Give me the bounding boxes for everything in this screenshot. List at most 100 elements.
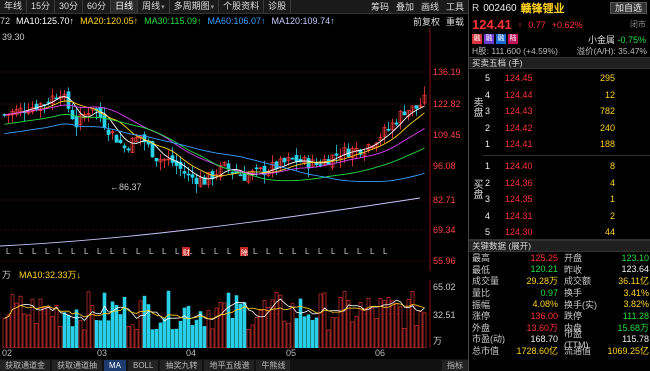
- ah-premium: 溢价(A/H): 35.47%: [576, 46, 647, 56]
- dividend-marker: L: [6, 247, 11, 256]
- volume-bar: [154, 328, 159, 348]
- volume-bar: [194, 319, 199, 348]
- bid-level: 3: [485, 194, 491, 204]
- period-30min[interactable]: 30分: [55, 0, 84, 13]
- ask-row[interactable]: 4 124.44 12: [485, 88, 645, 102]
- bid-row[interactable]: 5 124.30 44: [485, 225, 645, 239]
- tab-nine-turn[interactable]: 抽奖九转: [160, 359, 203, 371]
- candle-body: [122, 145, 127, 149]
- volume-bar: [334, 317, 339, 348]
- kline-chart[interactable]: LLLLLLLLLLLLLLLLLLLLLLLLLLLLLL财除 39.30 ←…: [0, 28, 468, 271]
- multi-period-button[interactable]: 多周期图: [170, 0, 220, 13]
- add-watchlist-button[interactable]: 加自选: [609, 2, 647, 14]
- ma60-label: MA60:106.07↑: [207, 16, 266, 26]
- market-status: 闭市: [630, 20, 646, 29]
- bid-row[interactable]: 3 124.35 1: [485, 192, 645, 206]
- tab-channel-draw[interactable]: 获取通道抽: [52, 359, 102, 371]
- key-data-title[interactable]: 关键数据 (展开): [469, 240, 650, 252]
- dividend-marker: L: [292, 247, 297, 256]
- volume-bar: [418, 311, 423, 348]
- volume-bar: [398, 306, 403, 348]
- tab-bull-bear[interactable]: 牛熊线: [256, 359, 291, 371]
- bid-qty: 8: [609, 161, 615, 171]
- orderbook: 卖盘 买盘 5 124.45 295 4 124.44 12 3 124.43 782 2 124.…: [469, 69, 650, 240]
- ask-level: 4: [485, 89, 491, 100]
- ask-row[interactable]: 1 124.41 188: [485, 137, 645, 151]
- period-toolbar: 年线 15分 30分 60分 日线 周线 多周期图 个股资料 诊股 筹码 叠加 …: [0, 0, 468, 14]
- draw-button[interactable]: 画线: [421, 0, 439, 13]
- volume-bar: [82, 329, 87, 348]
- volume-bar: [322, 292, 327, 348]
- volume-bar: [174, 328, 179, 348]
- volume-bar: [394, 302, 399, 348]
- candle-body: [290, 157, 295, 160]
- margin-tag-icon: 融: [472, 34, 482, 44]
- bid-row[interactable]: 2 124.36 4: [485, 176, 645, 190]
- volume-bar: [350, 321, 355, 348]
- volume-bar: [138, 300, 143, 348]
- ask-row[interactable]: 2 124.42 240: [485, 121, 645, 135]
- bid-row[interactable]: 4 124.31 2: [485, 209, 645, 223]
- candle-body: [102, 115, 107, 128]
- restore-rights-button[interactable]: 前复权: [413, 15, 440, 28]
- bid-level: 1: [485, 161, 491, 171]
- dividend-marker: L: [214, 247, 219, 256]
- period-60min[interactable]: 60分: [83, 0, 112, 13]
- ma-legend: 72 MA10:125.70↑ MA20:120.05↑ MA30:115.09…: [0, 14, 468, 28]
- dividend-marker: L: [162, 247, 167, 256]
- candle-body: [242, 173, 247, 181]
- tab-ma[interactable]: MA: [104, 359, 126, 371]
- diagnose-button[interactable]: 诊股: [264, 0, 292, 13]
- volume-bar: [46, 306, 51, 348]
- volume-bar: [18, 295, 23, 348]
- tab-channel-gold[interactable]: 获取通道金: [0, 359, 50, 371]
- sector-label[interactable]: 小金属 -0.75%: [588, 33, 646, 46]
- tools-button[interactable]: 工具: [446, 0, 464, 13]
- tab-horizon[interactable]: 地平五线谱: [204, 359, 255, 371]
- dividend-marker: L: [279, 247, 284, 256]
- candle-body: [238, 174, 243, 177]
- ask-row[interactable]: 3 124.43 782: [485, 104, 645, 118]
- candle-body: [386, 128, 391, 131]
- candle-body: [118, 139, 123, 144]
- volume-bar: [390, 300, 395, 348]
- volume-bar: [310, 319, 315, 348]
- dividend-marker: L: [45, 247, 50, 256]
- dividend-marker: L: [357, 247, 362, 256]
- period-yearly[interactable]: 年线: [0, 0, 28, 13]
- dividend-marker: L: [253, 247, 258, 256]
- orderbook-title[interactable]: 买卖五档 (手): [469, 57, 650, 69]
- ask-qty: 240: [599, 122, 615, 133]
- ask-row[interactable]: 5 124.45 295: [485, 71, 645, 85]
- candle-body: [294, 154, 299, 163]
- tab-boll[interactable]: BOLL: [128, 359, 159, 371]
- x-tick-05: 05: [286, 348, 297, 358]
- stat-value-2: 111.28: [622, 310, 649, 321]
- volume-bar: [374, 318, 379, 348]
- volume-bar: [58, 326, 63, 348]
- volume-bar: [414, 325, 419, 348]
- ask-level: 5: [485, 73, 491, 83]
- period-15min[interactable]: 15分: [27, 0, 56, 13]
- volume-chart[interactable]: 65.02 32.51 万: [0, 280, 468, 348]
- volume-bar: [66, 314, 71, 348]
- key-data-row: 涨停 136.00 跌停 111.28: [469, 310, 650, 322]
- bid-row[interactable]: 1 124.40 8: [485, 159, 645, 173]
- overlay-button[interactable]: 叠加: [396, 0, 414, 13]
- ask-price: 124.41: [505, 139, 533, 149]
- reload-button[interactable]: 重载: [446, 15, 464, 28]
- stat-value: 4.08%: [532, 299, 558, 310]
- bid-qty: 2: [609, 210, 615, 221]
- dividend-marker: L: [175, 247, 180, 256]
- tab-indicators[interactable]: 指标: [442, 359, 468, 371]
- chips-button[interactable]: 筹码: [371, 0, 389, 13]
- candle-body: [334, 153, 339, 156]
- volume-bar: [290, 303, 295, 348]
- volume-ma10: MA10:32.33万↓: [19, 269, 82, 280]
- period-daily[interactable]: 日线: [111, 0, 139, 13]
- stock-header: R 002460 赣锋锂业 加自选: [469, 0, 650, 16]
- period-weekly[interactable]: 周线: [138, 0, 170, 13]
- stock-profile-button[interactable]: 个股资料: [219, 0, 265, 13]
- volume-bar: [342, 291, 347, 348]
- bid-price: 124.40: [505, 161, 533, 171]
